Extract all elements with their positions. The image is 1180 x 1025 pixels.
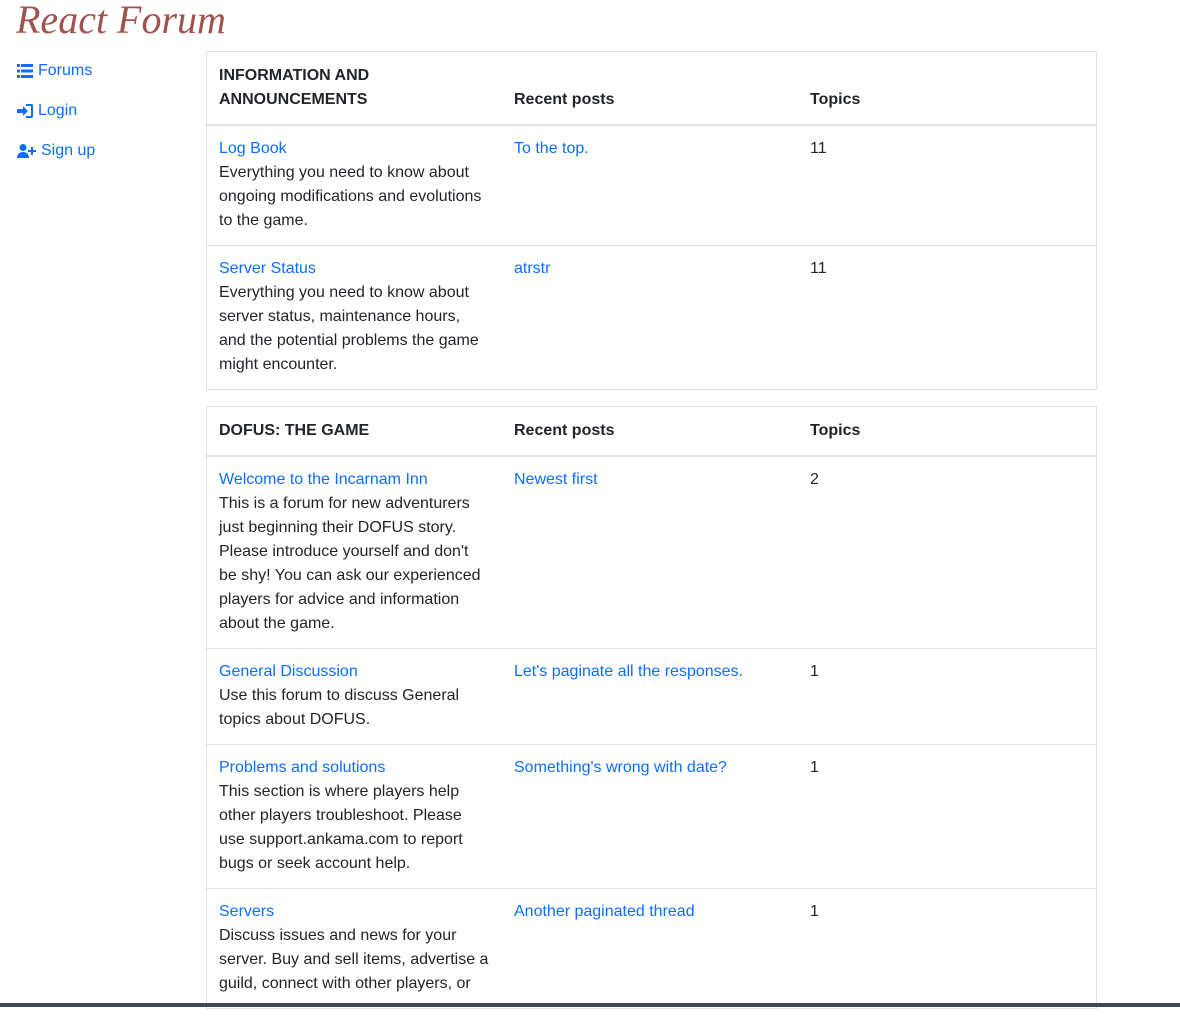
forum-cell: Log Book Everything you need to know abo… bbox=[207, 125, 503, 246]
forum-row: General Discussion Use this forum to dis… bbox=[206, 648, 1097, 745]
forum-cell: Servers Discuss issues and news for your… bbox=[206, 888, 502, 1009]
topics-count: 1 bbox=[798, 744, 1097, 889]
forum-link[interactable]: Welcome to the Incarnam Inn bbox=[219, 471, 428, 488]
forum-list: INFORMATION AND ANNOUNCEMENTS Recent pos… bbox=[206, 51, 1097, 1025]
bottom-bar bbox=[0, 1003, 1180, 1007]
nav-login-label: Login bbox=[38, 102, 78, 119]
site-title[interactable]: React Forum bbox=[16, 0, 226, 48]
recent-post-cell: Something's wrong with date? bbox=[502, 744, 798, 889]
recent-post-cell: Another paginated thread bbox=[502, 888, 798, 1009]
forum-row: Server Status Everything you need to kno… bbox=[206, 245, 1097, 390]
recent-post-cell: atrstr bbox=[502, 245, 798, 390]
topics-count: 1 bbox=[798, 648, 1097, 745]
recent-post-cell: Newest first bbox=[502, 456, 798, 649]
section-title: INFORMATION AND ANNOUNCEMENTS bbox=[206, 51, 502, 126]
recent-post-link[interactable]: Another paginated thread bbox=[514, 903, 695, 920]
recent-posts-header: Recent posts bbox=[502, 406, 798, 457]
sidebar-nav: Forums Login Sign up bbox=[17, 59, 197, 179]
forum-link[interactable]: Server Status bbox=[219, 260, 316, 277]
forum-description: This is a forum for new adventurers just… bbox=[219, 495, 481, 632]
forum-description: Use this forum to discuss General topics… bbox=[219, 687, 460, 728]
nav-signup-label: Sign up bbox=[41, 142, 96, 159]
nav-login-link[interactable]: Login bbox=[17, 99, 197, 123]
list-icon bbox=[17, 64, 33, 78]
section-header-row: INFORMATION AND ANNOUNCEMENTS Recent pos… bbox=[206, 51, 1097, 126]
user-plus-icon bbox=[17, 144, 36, 158]
forum-row: Log Book Everything you need to know abo… bbox=[207, 125, 1097, 246]
sign-in-icon bbox=[17, 104, 33, 118]
topics-header: Topics bbox=[798, 406, 1097, 457]
forum-description: Discuss issues and news for your server.… bbox=[219, 927, 489, 992]
topics-count: 2 bbox=[810, 471, 819, 488]
forum-row: Servers Discuss issues and news for your… bbox=[206, 888, 1097, 1009]
forum-row: Problems and solutions This section is w… bbox=[206, 744, 1097, 889]
forum-description: This section is where players help other… bbox=[219, 783, 463, 872]
section-title: DOFUS: THE GAME bbox=[206, 406, 502, 457]
forum-cell: Server Status Everything you need to kno… bbox=[206, 245, 502, 390]
forum-row: Welcome to the Incarnam Inn This is a fo… bbox=[207, 456, 1097, 649]
recent-post-cell: To the top. bbox=[502, 125, 798, 246]
section-header-row: DOFUS: THE GAME Recent posts Topics bbox=[206, 406, 1097, 457]
recent-post-link[interactable]: To the top. bbox=[514, 140, 589, 157]
forum-link[interactable]: General Discussion bbox=[219, 663, 358, 680]
section-table: DOFUS: THE GAME Recent posts Topics Welc… bbox=[206, 406, 1097, 1009]
forum-description: Everything you need to know about ongoin… bbox=[219, 164, 482, 229]
forum-cell: Problems and solutions This section is w… bbox=[206, 744, 502, 889]
forum-link[interactable]: Servers bbox=[219, 903, 274, 920]
forum-description: Everything you need to know about server… bbox=[219, 284, 479, 373]
recent-post-link[interactable]: Something's wrong with date? bbox=[514, 759, 727, 776]
topics-count: 11 bbox=[810, 140, 827, 157]
topics-count: 1 bbox=[798, 888, 1097, 1009]
topics-header: Topics bbox=[798, 51, 1097, 126]
recent-post-cell: Let's paginate all the responses. bbox=[502, 648, 798, 745]
nav-forums-label: Forums bbox=[38, 62, 93, 79]
recent-post-link[interactable]: Let's paginate all the responses. bbox=[514, 663, 743, 680]
nav-signup-link[interactable]: Sign up bbox=[17, 139, 197, 163]
recent-posts-header: Recent posts bbox=[502, 51, 798, 126]
forum-link[interactable]: Problems and solutions bbox=[219, 759, 385, 776]
section-table: INFORMATION AND ANNOUNCEMENTS Recent pos… bbox=[206, 51, 1097, 390]
nav-forums-link[interactable]: Forums bbox=[17, 59, 197, 83]
topics-count: 11 bbox=[798, 245, 1097, 390]
recent-post-link[interactable]: Newest first bbox=[514, 471, 598, 488]
forum-cell: Welcome to the Incarnam Inn This is a fo… bbox=[207, 456, 503, 649]
forum-cell: General Discussion Use this forum to dis… bbox=[206, 648, 502, 745]
recent-post-link[interactable]: atrstr bbox=[514, 260, 550, 277]
forum-link[interactable]: Log Book bbox=[219, 140, 287, 157]
